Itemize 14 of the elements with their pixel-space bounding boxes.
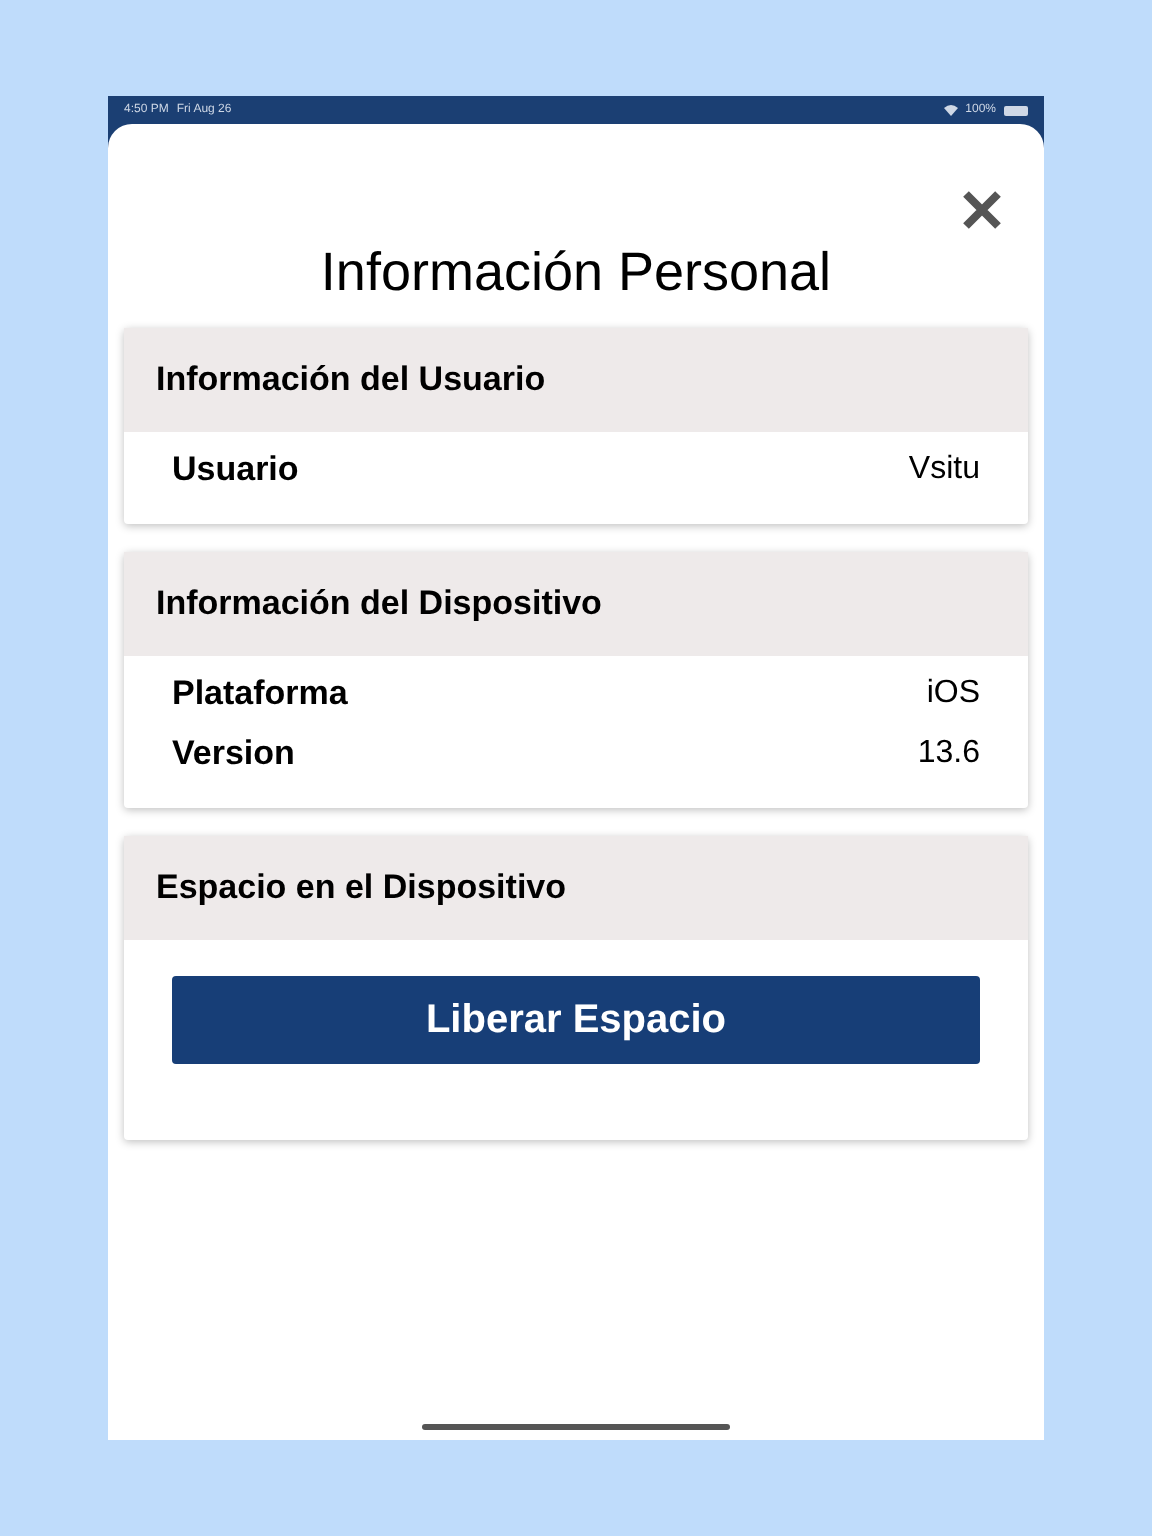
section-title: Espacio en el Dispositivo	[156, 866, 567, 911]
row-value: Vsitu	[908, 450, 980, 490]
row-value: iOS	[926, 674, 980, 714]
section-title: Información del Dispositivo	[156, 582, 602, 627]
row-label: Plataforma	[172, 672, 348, 717]
row-label: Version	[172, 732, 295, 777]
free-space-button[interactable]: Liberar Espacio	[172, 976, 980, 1064]
battery-icon	[1004, 105, 1028, 115]
section-title: Información del Usuario	[156, 358, 546, 403]
close-icon[interactable]	[960, 188, 1004, 232]
row-value: 13.6	[917, 734, 980, 774]
wifi-icon	[943, 104, 958, 116]
page-title: Información Personal	[318, 240, 834, 306]
row-label: Usuario	[172, 448, 299, 493]
